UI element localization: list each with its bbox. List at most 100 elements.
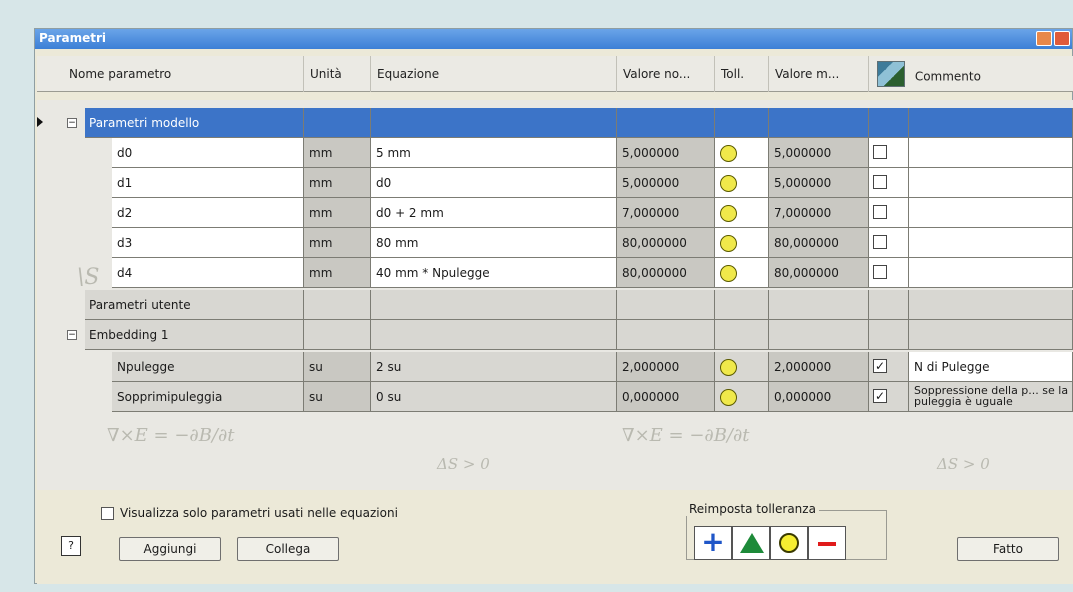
group-model-cell xyxy=(371,108,617,138)
param-name-cell[interactable]: d2 xyxy=(112,198,304,228)
param-unit-cell: mm xyxy=(304,138,371,168)
param-nominal-cell: 5,000000 xyxy=(617,138,715,168)
header-name[interactable]: Nome parametro xyxy=(62,56,304,92)
param-name-cell[interactable]: Npulegge xyxy=(112,352,304,382)
add-button[interactable]: Aggiungi xyxy=(119,537,221,561)
table-row[interactable]: d2 mm d0 + 2 mm 7,000000 7,000000 xyxy=(37,198,1073,228)
param-unit-cell: mm xyxy=(304,228,371,258)
header-unit[interactable]: Unità xyxy=(304,56,371,92)
filter-checkbox-label: Visualizza solo parametri usati nelle eq… xyxy=(120,506,398,520)
header-model-value[interactable]: Valore m... xyxy=(769,56,869,92)
help-button[interactable]: ? xyxy=(61,536,81,556)
tolerance-dot-icon[interactable] xyxy=(720,205,737,222)
param-equation-cell[interactable]: 80 mm xyxy=(371,228,617,258)
collapse-model-icon[interactable]: − xyxy=(67,118,77,128)
group-embedding-label: Embedding 1 xyxy=(85,320,304,350)
close-icon[interactable] xyxy=(1054,31,1070,46)
param-comment-cell[interactable] xyxy=(909,168,1073,198)
table-row[interactable]: d3 mm 80 mm 80,000000 80,000000 xyxy=(37,228,1073,258)
tolerance-cell[interactable] xyxy=(715,258,769,288)
group-user-cell xyxy=(617,290,715,320)
group-model-cell xyxy=(715,108,769,138)
title-bar: Parametri xyxy=(35,29,1072,49)
export-cell[interactable] xyxy=(869,168,909,198)
param-comment-cell[interactable] xyxy=(909,258,1073,288)
export-checkbox[interactable] xyxy=(873,145,887,159)
tolerance-dot-icon[interactable] xyxy=(720,145,737,162)
export-checkbox-checked[interactable]: ✓ xyxy=(873,389,887,403)
minus-tolerance-button[interactable] xyxy=(808,526,846,560)
param-name-cell[interactable]: d3 xyxy=(112,228,304,258)
done-button[interactable]: Fatto xyxy=(957,537,1059,561)
tolerance-dot-icon[interactable] xyxy=(720,175,737,192)
param-comment-cell[interactable]: N di Pulegge xyxy=(909,352,1073,382)
param-equation-cell[interactable]: d0 + 2 mm xyxy=(371,198,617,228)
export-checkbox-checked[interactable]: ✓ xyxy=(873,359,887,373)
tolerance-dot-icon[interactable] xyxy=(720,235,737,252)
param-name-cell[interactable]: Sopprimipuleggia xyxy=(112,382,304,412)
link-button[interactable]: Collega xyxy=(237,537,339,561)
param-model-value-cell: 80,000000 xyxy=(769,258,869,288)
export-cell[interactable] xyxy=(869,258,909,288)
param-equation-cell[interactable]: 40 mm * Npulegge xyxy=(371,258,617,288)
header-tolerance[interactable]: Toll. xyxy=(715,56,769,92)
circle-tolerance-button[interactable] xyxy=(770,526,808,560)
export-cell[interactable]: ✓ xyxy=(869,352,909,382)
table-row[interactable]: d1 mm d0 5,000000 5,000000 xyxy=(37,168,1073,198)
tolerance-dot-icon[interactable] xyxy=(720,265,737,282)
table-row[interactable]: d4 mm 40 mm * Npulegge 80,000000 80,0000… xyxy=(37,258,1073,288)
group-embedding-cell xyxy=(371,320,617,350)
param-comment-cell[interactable] xyxy=(909,228,1073,258)
group-user-cell xyxy=(371,290,617,320)
bottom-panel: Visualizza solo parametri usati nelle eq… xyxy=(37,490,1073,584)
param-name-cell[interactable]: d0 xyxy=(112,138,304,168)
export-checkbox[interactable] xyxy=(873,265,887,279)
header-equation[interactable]: Equazione xyxy=(371,56,617,92)
table-row[interactable]: d0 mm 5 mm 5,000000 5,000000 xyxy=(37,138,1073,168)
export-cell[interactable]: ✓ xyxy=(869,382,909,412)
param-equation-cell[interactable]: d0 xyxy=(371,168,617,198)
tolerance-dot-icon[interactable] xyxy=(720,389,737,406)
group-user-row[interactable]: Parametri utente xyxy=(37,290,1073,320)
param-nominal-cell: 5,000000 xyxy=(617,168,715,198)
export-cell[interactable] xyxy=(869,138,909,168)
param-unit-cell: mm xyxy=(304,168,371,198)
collapse-embedding-icon[interactable]: − xyxy=(67,330,77,340)
table-row[interactable]: Npulegge su 2 su 2,000000 2,000000 ✓ N d… xyxy=(37,352,1073,382)
param-comment-cell[interactable]: Soppressione della p... se la puleggia è… xyxy=(909,382,1073,412)
param-name-cell[interactable]: d1 xyxy=(112,168,304,198)
tolerance-cell[interactable] xyxy=(715,382,769,412)
export-checkbox[interactable] xyxy=(873,205,887,219)
param-name-cell[interactable]: d4 xyxy=(112,258,304,288)
param-model-value-cell: 0,000000 xyxy=(769,382,869,412)
triangle-tolerance-button[interactable] xyxy=(732,526,770,560)
export-checkbox[interactable] xyxy=(873,235,887,249)
plus-tolerance-button[interactable]: + xyxy=(694,526,732,560)
tolerance-cell[interactable] xyxy=(715,352,769,382)
param-model-value-cell: 5,000000 xyxy=(769,168,869,198)
tolerance-cell[interactable] xyxy=(715,198,769,228)
param-comment-cell[interactable] xyxy=(909,198,1073,228)
table-row[interactable]: Sopprimipuleggia su 0 su 0,000000 0,0000… xyxy=(37,382,1073,412)
header-comment[interactable]: Commento xyxy=(869,56,1073,92)
param-unit-cell: mm xyxy=(304,258,371,288)
param-equation-cell[interactable]: 2 su xyxy=(371,352,617,382)
group-model-row[interactable]: − Parametri modello xyxy=(37,108,1073,138)
options-icon[interactable] xyxy=(1036,31,1052,46)
export-cell[interactable] xyxy=(869,198,909,228)
tolerance-cell[interactable] xyxy=(715,228,769,258)
tolerance-cell[interactable] xyxy=(715,138,769,168)
tolerance-cell[interactable] xyxy=(715,168,769,198)
filter-checkbox-row[interactable]: Visualizza solo parametri usati nelle eq… xyxy=(101,506,398,520)
filter-checkbox[interactable] xyxy=(101,506,114,520)
export-checkbox[interactable] xyxy=(873,175,887,189)
param-equation-cell[interactable]: 0 su xyxy=(371,382,617,412)
param-equation-cell[interactable]: 5 mm xyxy=(371,138,617,168)
param-model-value-cell: 5,000000 xyxy=(769,138,869,168)
param-comment-cell[interactable] xyxy=(909,138,1073,168)
header-nominal[interactable]: Valore no... xyxy=(617,56,715,92)
export-cell[interactable] xyxy=(869,228,909,258)
tolerance-dot-icon[interactable] xyxy=(720,359,737,376)
param-nominal-cell: 80,000000 xyxy=(617,258,715,288)
group-embedding-row[interactable]: − Embedding 1 xyxy=(37,320,1073,350)
